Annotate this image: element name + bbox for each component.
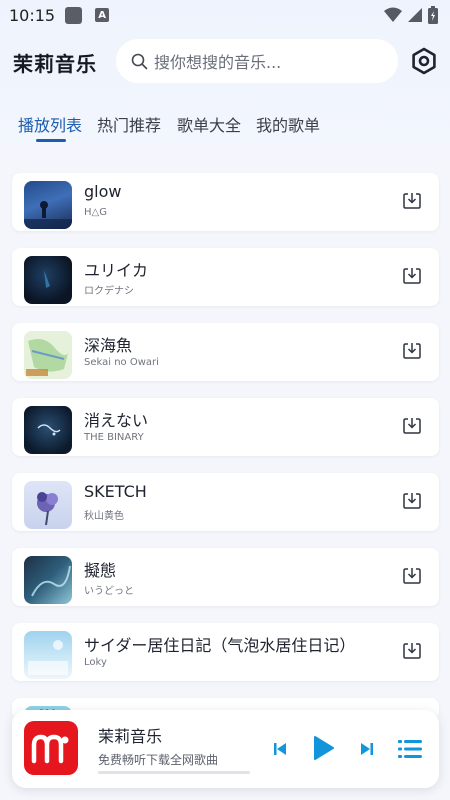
song-item[interactable]: 深海魚 Sekai no Owari	[12, 323, 439, 381]
tab-playlist-collection[interactable]: 歌单大全	[177, 112, 241, 136]
header: 茉莉音乐 搜你想搜的音乐...	[0, 38, 450, 84]
download-button[interactable]	[401, 415, 423, 437]
download-icon	[403, 643, 421, 659]
song-artist: THE BINARY	[84, 432, 144, 443]
song-artist: H△G	[84, 207, 107, 218]
download-button[interactable]	[401, 490, 423, 512]
status-bar: 10:15 A	[0, 0, 450, 30]
play-button[interactable]	[309, 734, 337, 762]
tab-playlist[interactable]: 播放列表	[18, 112, 82, 136]
progress-bar[interactable]	[98, 771, 250, 774]
song-item[interactable]: SKETCH 秋山黄色	[12, 473, 439, 531]
song-artist: ロクデナシ	[84, 286, 134, 297]
song-title: glow	[84, 182, 122, 201]
tab-indicator	[36, 139, 66, 142]
status-time: 10:15	[9, 5, 56, 25]
signal-icon	[408, 8, 422, 22]
song-title: 消えない	[84, 411, 149, 430]
notification-icon	[65, 6, 83, 24]
song-artist: Sekai no Owari	[84, 357, 159, 368]
download-icon	[403, 193, 421, 209]
settings-button[interactable]	[410, 47, 438, 75]
download-button[interactable]	[401, 340, 423, 362]
gear-icon	[412, 47, 436, 75]
download-icon	[403, 268, 421, 284]
album-cover	[24, 481, 72, 529]
song-item[interactable]: サイダー居住日記（气泡水居住日记） Loky	[12, 623, 439, 681]
song-item[interactable]: ユリイカ ロクデナシ	[12, 248, 439, 306]
battery-icon	[428, 6, 438, 24]
skip-previous-icon	[274, 743, 286, 755]
player-title: 茉莉音乐	[98, 727, 163, 746]
download-button[interactable]	[401, 265, 423, 287]
download-icon	[403, 343, 421, 359]
song-item[interactable]: glow H△G	[12, 173, 439, 231]
player-subtitle: 免费畅听下载全网歌曲	[98, 753, 219, 767]
download-button[interactable]	[401, 565, 423, 587]
playlist-menu-icon	[398, 740, 422, 758]
tab-bar: 播放列表 热门推荐 歌单大全 我的歌单	[0, 112, 450, 148]
album-cover	[24, 256, 72, 304]
song-title: サイダー居住日記（气泡水居住日记）	[84, 636, 356, 655]
song-artist: Loky	[84, 657, 107, 668]
album-cover	[24, 331, 72, 379]
skip-next-icon	[361, 743, 373, 755]
keyboard-a-icon: A	[95, 8, 110, 22]
song-title: 深海魚	[84, 336, 133, 355]
wifi-icon	[384, 7, 402, 22]
previous-button[interactable]	[270, 739, 290, 759]
download-button[interactable]	[401, 640, 423, 662]
song-title: 擬態	[84, 561, 117, 580]
search-icon	[131, 53, 148, 69]
album-cover	[24, 181, 72, 229]
tab-hot-recommend[interactable]: 热门推荐	[97, 112, 161, 136]
song-item[interactable]: 消えない THE BINARY	[12, 398, 439, 456]
mini-player[interactable]: 茉莉音乐 免费畅听下载全网歌曲	[12, 710, 439, 788]
app-title: 茉莉音乐	[13, 52, 97, 76]
song-artist: いうどっと	[84, 586, 134, 597]
song-title: SKETCH	[84, 482, 147, 501]
search-input[interactable]: 搜你想搜的音乐...	[116, 39, 398, 83]
download-button[interactable]	[401, 190, 423, 212]
song-list: glow H△G ユリイカ ロクデナシ 深海魚 Sekai no Owari 消…	[0, 155, 450, 715]
song-item[interactable]: 擬態 いうどっと	[12, 548, 439, 606]
search-placeholder: 搜你想搜的音乐...	[154, 53, 282, 72]
app-logo	[24, 721, 78, 775]
song-title: ユリイカ	[84, 261, 149, 280]
play-icon	[314, 736, 334, 760]
tab-my-playlists[interactable]: 我的歌单	[256, 112, 320, 136]
next-button[interactable]	[357, 739, 377, 759]
album-cover	[24, 631, 72, 679]
download-icon	[403, 418, 421, 434]
download-icon	[403, 493, 421, 509]
download-icon	[403, 568, 421, 584]
album-cover	[24, 556, 72, 604]
playlist-button[interactable]	[396, 735, 424, 763]
song-artist: 秋山黄色	[84, 511, 124, 522]
album-cover	[24, 406, 72, 454]
